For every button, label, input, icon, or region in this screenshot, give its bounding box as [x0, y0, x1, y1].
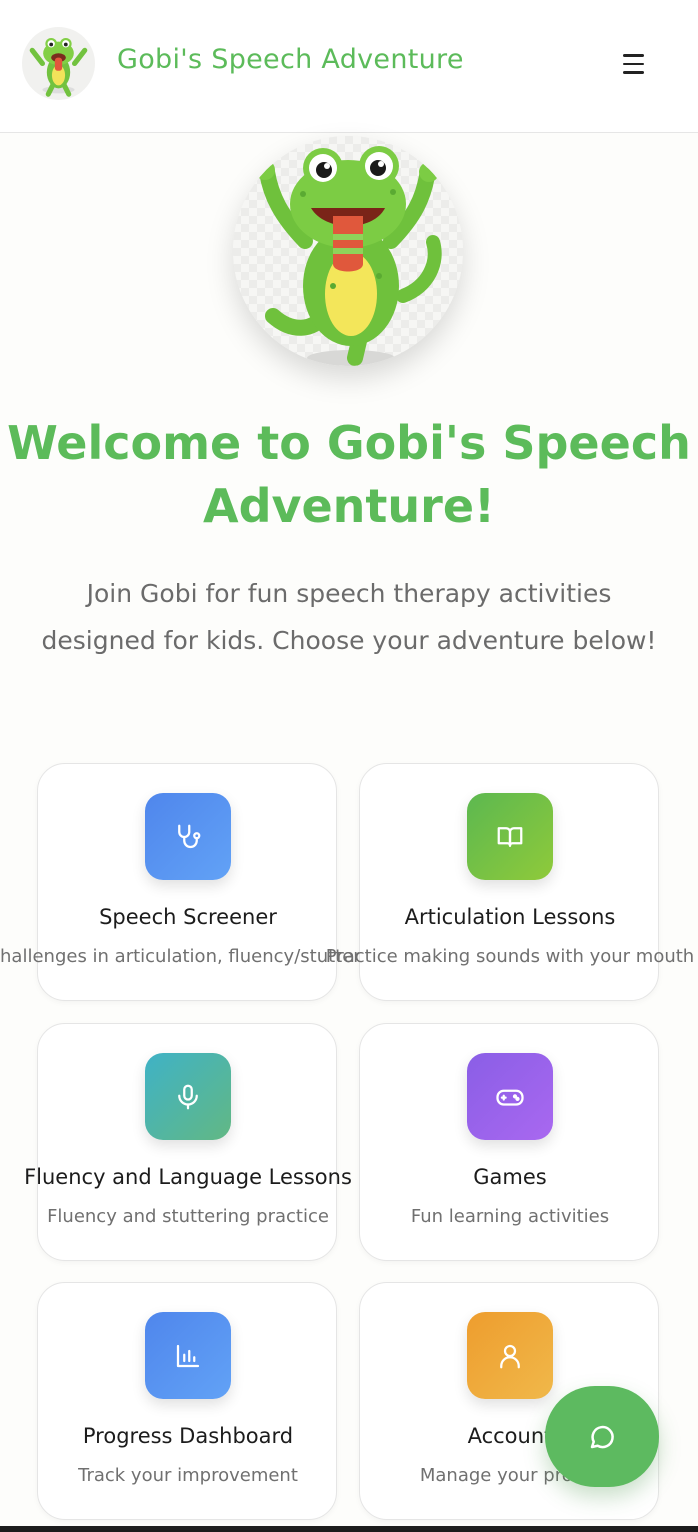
hero-mascot-image [233, 136, 463, 366]
user-icon [467, 1312, 553, 1399]
card-games[interactable]: Games Fun learning activities [359, 1023, 659, 1261]
card-speech-screener[interactable]: Speech Screener Challenges in articulati… [0, 763, 389, 1001]
card-title: Games [473, 1165, 547, 1189]
card-articulation-lessons[interactable]: Articulation Lessons Practice making sou… [326, 763, 694, 1001]
app-header: Gobi's Speech Adventure [0, 0, 698, 133]
gamepad-icon [467, 1053, 553, 1140]
gobi-logo[interactable] [22, 27, 95, 100]
card-title: Articulation Lessons [404, 905, 616, 929]
book-icon [467, 793, 553, 880]
system-bottom-bar [0, 1526, 698, 1532]
page-subtitle: Join Gobi for fun speech therapy activit… [41, 579, 657, 655]
stethoscope-icon [145, 793, 231, 880]
bar-chart-icon [145, 1312, 231, 1399]
hamburger-menu-icon[interactable] [616, 48, 650, 80]
page-title: Welcome to Gobi's Speech Adventure! [7, 416, 691, 533]
card-description: Fun learning activities [410, 1206, 610, 1227]
brand-title[interactable]: Gobi's Speech Adventure [117, 44, 464, 75]
card-progress-dashboard[interactable]: Progress Dashboard Track your improvemen… [37, 1282, 337, 1520]
chat-fab-button[interactable] [545, 1386, 659, 1487]
chat-bubble-icon [590, 1425, 614, 1448]
frog-logo-icon [29, 37, 88, 97]
card-fluency-language-lessons[interactable]: Fluency and Language Lessons Fluency and… [24, 1023, 352, 1261]
frog-mascot-icon [233, 136, 463, 366]
card-description: Practice making sounds with your mouth [325, 946, 695, 967]
microphone-icon [145, 1053, 231, 1140]
